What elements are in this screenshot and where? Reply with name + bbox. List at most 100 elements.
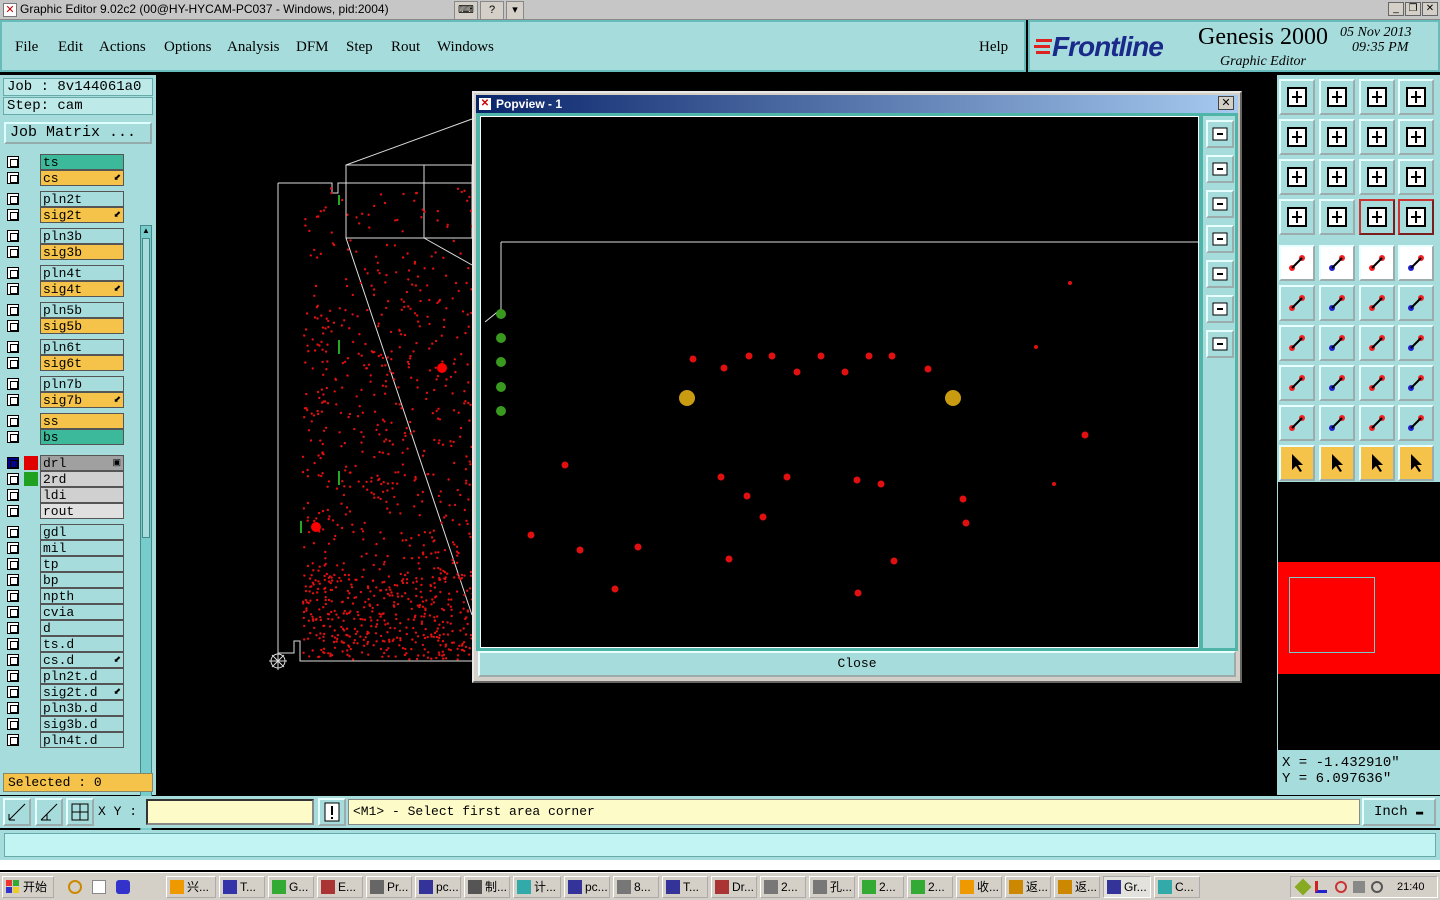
menu-help[interactable]: Help (979, 39, 1008, 56)
alert-icon[interactable] (318, 798, 346, 826)
layer-name[interactable]: gdl (40, 524, 124, 540)
layer-scrollbar[interactable]: ▲ ▼ (140, 225, 152, 843)
layer-checkbox[interactable] (7, 357, 19, 369)
layer-checkbox[interactable] (7, 320, 19, 332)
layer-checkbox[interactable] (7, 304, 19, 316)
layer-name[interactable]: sig3b.d (40, 716, 124, 732)
menu-file[interactable]: File (15, 39, 38, 56)
center-icon[interactable] (1319, 159, 1355, 195)
layer-checkbox[interactable] (7, 505, 19, 517)
layer-name[interactable]: pln6t (40, 339, 124, 355)
taskbar-item[interactable]: 返... (1005, 876, 1051, 898)
layer-checkbox[interactable] (7, 341, 19, 353)
job-matrix-button[interactable]: Job Matrix ... (4, 122, 152, 144)
layer-row-pln3b-d[interactable]: pln3b.d (3, 700, 138, 716)
popview-canvas[interactable] (480, 116, 1199, 648)
layer-row-pln5b[interactable]: pln5b (3, 302, 138, 318)
zoom-out-icon[interactable] (1206, 330, 1234, 358)
layer-color-swatch[interactable] (24, 472, 38, 486)
zoom-in-icon[interactable] (1206, 295, 1234, 323)
taskbar-item[interactable]: 孔... (809, 876, 855, 898)
minimize-button[interactable]: _ (1388, 2, 1404, 16)
layer-checkbox[interactable] (7, 622, 19, 634)
layer-name[interactable]: npth (40, 588, 124, 604)
taskbar-item[interactable]: 返... (1054, 876, 1100, 898)
menu-analysis[interactable]: Analysis (227, 39, 280, 56)
layer-checkbox[interactable] (7, 246, 19, 258)
layer-name[interactable]: ts.d (40, 636, 124, 652)
menu-windows[interactable]: Windows (437, 39, 494, 56)
snap-icon[interactable] (3, 798, 31, 826)
arc-icon[interactable] (1359, 325, 1395, 361)
triangle-icon[interactable] (1279, 405, 1315, 441)
quick-launch-app-icon[interactable] (116, 880, 130, 894)
layer-row-d[interactable]: d (3, 620, 138, 636)
tray-volume-icon[interactable] (1353, 881, 1365, 893)
fit-icon[interactable] (1279, 159, 1315, 195)
triangle2-icon[interactable] (1319, 405, 1355, 441)
layer-row-sig3b[interactable]: sig3b (3, 244, 138, 260)
taskbar-item[interactable]: 2... (858, 876, 904, 898)
layer-checkbox[interactable] (7, 638, 19, 650)
layer-row-2rd[interactable]: 2rd (3, 471, 138, 487)
triangle3-icon[interactable] (1359, 405, 1395, 441)
layer-row-sig2t-d[interactable]: sig2t.d ⬋ (3, 684, 138, 700)
layer-name[interactable]: pln3b (40, 228, 124, 244)
feature-icon[interactable] (1398, 325, 1434, 361)
line-select-icon[interactable] (1319, 245, 1355, 281)
menu-options[interactable]: Options (164, 39, 212, 56)
snake-icon[interactable] (1398, 119, 1434, 155)
layer-row-pln4t-d[interactable]: pln4t.d (3, 732, 138, 748)
layer-checkbox[interactable] (7, 558, 19, 570)
taskbar-item[interactable]: pc... (415, 876, 461, 898)
snap-grid-icon[interactable] (35, 798, 63, 826)
taskbar-item[interactable]: C... (1154, 876, 1200, 898)
node-icon[interactable] (1279, 285, 1315, 321)
layer-row-npth[interactable]: npth (3, 588, 138, 604)
measure-icon[interactable] (1359, 245, 1395, 281)
layer-name[interactable]: sig5b (40, 318, 124, 334)
layer-checkbox[interactable] (7, 193, 19, 205)
layer-checkbox[interactable] (7, 590, 19, 602)
layer-checkbox[interactable] (7, 686, 19, 698)
layer-checkbox[interactable] (7, 378, 19, 390)
layer-checkbox[interactable] (7, 394, 19, 406)
layer-name[interactable]: cvia (40, 604, 124, 620)
layer-row-pln6t[interactable]: pln6t (3, 339, 138, 355)
layer-row-ldi[interactable]: ldi (3, 487, 138, 503)
menu-arrow-icon[interactable]: ▾ (506, 1, 524, 20)
line-icon[interactable] (1319, 365, 1355, 401)
layer-color-swatch[interactable] (24, 456, 38, 470)
layer-row-mil[interactable]: mil (3, 540, 138, 556)
layer-row-cs-d[interactable]: cs.d ⬋ (3, 652, 138, 668)
layer-checkbox[interactable] (7, 489, 19, 501)
popview-close-icon[interactable]: ✕ (1218, 96, 1234, 110)
layer-name[interactable]: sig2t ⬋ (40, 207, 124, 223)
layer-row-ts-d[interactable]: ts.d (3, 636, 138, 652)
layer-name[interactable]: ss (40, 413, 124, 429)
layer-name[interactable]: pln7b (40, 376, 124, 392)
layer-row-bp[interactable]: bp (3, 572, 138, 588)
layer-row-pln4t[interactable]: pln4t (3, 265, 138, 281)
taskbar-item[interactable]: 8... (613, 876, 659, 898)
layer-row-sig5b[interactable]: sig5b (3, 318, 138, 334)
layer-checkbox[interactable] (7, 702, 19, 714)
grid-icon[interactable] (1319, 199, 1355, 235)
layer-row-sig7b[interactable]: sig7b ⬋ (3, 392, 138, 408)
keyboard-icon[interactable]: ⌨ (454, 1, 478, 20)
taskbar-item[interactable]: 计... (513, 876, 561, 898)
layer-checkbox[interactable] (7, 415, 19, 427)
help-icon[interactable]: ? (480, 1, 504, 20)
triangle4-icon[interactable] (1398, 405, 1434, 441)
overview-view-box[interactable] (1289, 577, 1375, 653)
pan-right-icon[interactable] (1206, 260, 1234, 288)
layer-checkbox[interactable] (7, 156, 19, 168)
layer-row-rout[interactable]: rout (3, 503, 138, 519)
zoom-reset-icon[interactable] (1359, 79, 1395, 115)
layer-row-ts[interactable]: ts (3, 154, 138, 170)
angle-icon[interactable] (1279, 325, 1315, 361)
tray-security-icon[interactable] (1335, 881, 1347, 893)
layer-checkbox[interactable] (7, 718, 19, 730)
xy-input[interactable] (146, 799, 314, 825)
pointer-circle-icon[interactable] (1359, 445, 1395, 481)
